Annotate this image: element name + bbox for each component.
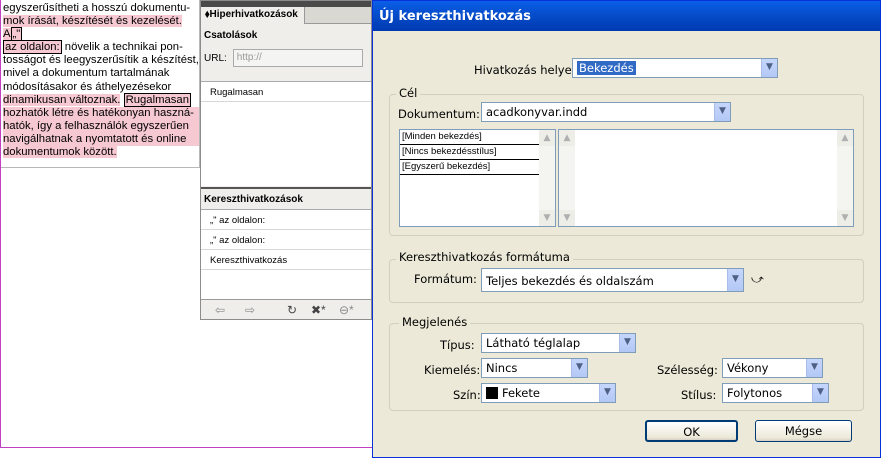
- new-crossref-dialog: Új kereszthivatkozás Hivatkozás helye: B…: [372, 0, 881, 458]
- doc-line: hozhatók létre és hatékonyan haszná-: [3, 106, 199, 120]
- style-label: Stílus:: [681, 388, 717, 402]
- page-margin-guide: [0, 0, 1, 448]
- appearance-group-title: Megjelenés: [399, 315, 471, 329]
- page-margin-guide: [0, 447, 372, 448]
- doc-line: hatók, így a felhasználók egyszerűen: [3, 119, 199, 133]
- hyperlinks-panel: ⬧Hiperhivatkozások Csatolások URL: http:…: [200, 0, 372, 320]
- scroll-up-icon[interactable]: ▲: [559, 130, 575, 146]
- scroll-down-icon[interactable]: ▼: [559, 210, 575, 226]
- doc-line: mok írását, készítését és kezelését. A „": [3, 15, 182, 42]
- arrow-right-icon[interactable]: ⇨: [245, 303, 255, 317]
- type-select[interactable]: Látható téglalap ▼: [481, 333, 636, 353]
- list-item[interactable]: [Minden bekezdés]: [400, 130, 555, 145]
- doc-line: dokumentumok között.: [3, 146, 117, 159]
- document-label: Dokumentum:: [398, 107, 480, 121]
- ok-button[interactable]: OK: [645, 420, 738, 442]
- type-label: Típus:: [440, 338, 475, 352]
- width-label: Szélesség:: [657, 363, 718, 377]
- width-select[interactable]: Vékony ▼: [722, 358, 823, 378]
- links-section-title: Csatolások: [204, 30, 258, 41]
- dialog-title[interactable]: Új kereszthivatkozás: [373, 1, 880, 31]
- highlight-select[interactable]: Nincs ▼: [481, 358, 588, 378]
- scrollbar[interactable]: ▲ ▼: [559, 130, 575, 226]
- format-select[interactable]: Teljes bekezdés és oldalszám ▼: [481, 268, 744, 292]
- doc-line: navigálhatnak a nyomtatott és online: [3, 132, 199, 147]
- chevron-down-icon[interactable]: ▼: [714, 103, 730, 121]
- delete-link-icon[interactable]: ⊖*: [339, 303, 354, 317]
- crossref-marker: „": [10, 27, 23, 42]
- link-to-select[interactable]: Bekezdés ▼: [572, 58, 778, 78]
- scrollbar[interactable]: ▲ ▼: [837, 130, 853, 226]
- list-item[interactable]: Kereszthivatkozás: [201, 250, 371, 270]
- panel-toolbar: ⇦ ⇨ ↻ ✖* ⊖*: [201, 299, 371, 319]
- crossrefs-list[interactable]: „" az oldalon: „" az oldalon: Kereszthiv…: [201, 209, 371, 299]
- crossrefs-section-title: Kereszthivatkozások: [201, 187, 371, 211]
- doc-line: mivel a dokumentum tartalmának: [3, 67, 170, 80]
- list-item[interactable]: „" az oldalon:: [201, 230, 371, 250]
- list-item[interactable]: „" az oldalon:: [201, 210, 371, 230]
- destination-group-title: Cél: [396, 86, 421, 100]
- highlight-label: Kiemelés:: [424, 363, 481, 377]
- panel-tab-row: ⬧Hiperhivatkozások: [201, 7, 371, 24]
- chevron-down-icon[interactable]: ▼: [812, 384, 828, 402]
- chevron-down-icon[interactable]: ▼: [571, 359, 587, 377]
- refresh-icon[interactable]: ↻: [287, 303, 297, 317]
- url-input[interactable]: http://: [232, 49, 363, 67]
- list-item[interactable]: [Egyszerű bekezdés]: [400, 160, 555, 175]
- doc-line: dinamikusan változnak. Rugalmasan: [3, 92, 192, 107]
- doc-line: az oldalon: növelik a technikai pon-: [3, 40, 183, 55]
- scroll-down-icon[interactable]: ▼: [539, 210, 555, 226]
- list-item[interactable]: Rugalmasan: [201, 82, 371, 102]
- url-label: URL:: [204, 52, 227, 64]
- paragraph-style-list[interactable]: [Minden bekezdés] [Nincs bekezdésstílus]…: [399, 129, 556, 227]
- chevron-down-icon[interactable]: ▼: [619, 334, 635, 352]
- style-select[interactable]: Folytonos ▼: [722, 383, 829, 403]
- document-select[interactable]: acadkonyvar.indd ▼: [481, 102, 731, 122]
- scroll-up-icon[interactable]: ▲: [837, 130, 853, 146]
- color-select[interactable]: Fekete ▼: [481, 383, 616, 403]
- paragraph-list[interactable]: ▲ ▼ ▲ ▼: [558, 129, 854, 227]
- scroll-down-icon[interactable]: ▼: [837, 210, 853, 226]
- scrollbar[interactable]: ▲ ▼: [539, 130, 555, 226]
- chevron-down-icon[interactable]: ▼: [806, 359, 822, 377]
- links-list[interactable]: Rugalmasan: [201, 81, 371, 186]
- link-to-label: Hivatkozás helye:: [474, 63, 576, 77]
- arrow-left-icon[interactable]: ⇦: [215, 303, 225, 317]
- doc-line: egyszerűsítheti a hosszú dokumentu-: [3, 2, 191, 14]
- doc-line: tosságot és leegyszerűsítik a készítést,: [3, 54, 199, 67]
- cancel-button[interactable]: Mégse: [755, 420, 852, 442]
- list-item[interactable]: [Nincs bekezdésstílus]: [400, 145, 555, 160]
- chevron-down-icon[interactable]: ▼: [599, 384, 615, 402]
- url-row: URL: http://: [201, 46, 371, 70]
- color-swatch: [486, 387, 498, 399]
- hyperlink-source: Rugalmasan: [123, 92, 192, 107]
- chevron-down-icon[interactable]: ▼: [761, 59, 777, 77]
- doc-line: módosításakor és áthelyezésekor: [3, 80, 172, 93]
- scroll-up-icon[interactable]: ▲: [539, 130, 555, 146]
- new-crossref-icon[interactable]: ✖*: [311, 303, 326, 317]
- format-group-title: Kereszthivatkozás formátuma: [396, 250, 573, 264]
- document-text-frame[interactable]: egyszerűsítheti a hosszú dokumentu- mok …: [0, 0, 200, 168]
- format-label: Formátum:: [414, 272, 477, 286]
- edit-format-icon[interactable]: ⤻: [751, 272, 764, 287]
- chevron-down-icon[interactable]: ▼: [727, 269, 743, 291]
- tab-hyperlinks[interactable]: ⬧Hiperhivatkozások: [201, 7, 305, 24]
- color-label: Szín:: [453, 388, 481, 402]
- crossref-marker: az oldalon:: [3, 40, 62, 55]
